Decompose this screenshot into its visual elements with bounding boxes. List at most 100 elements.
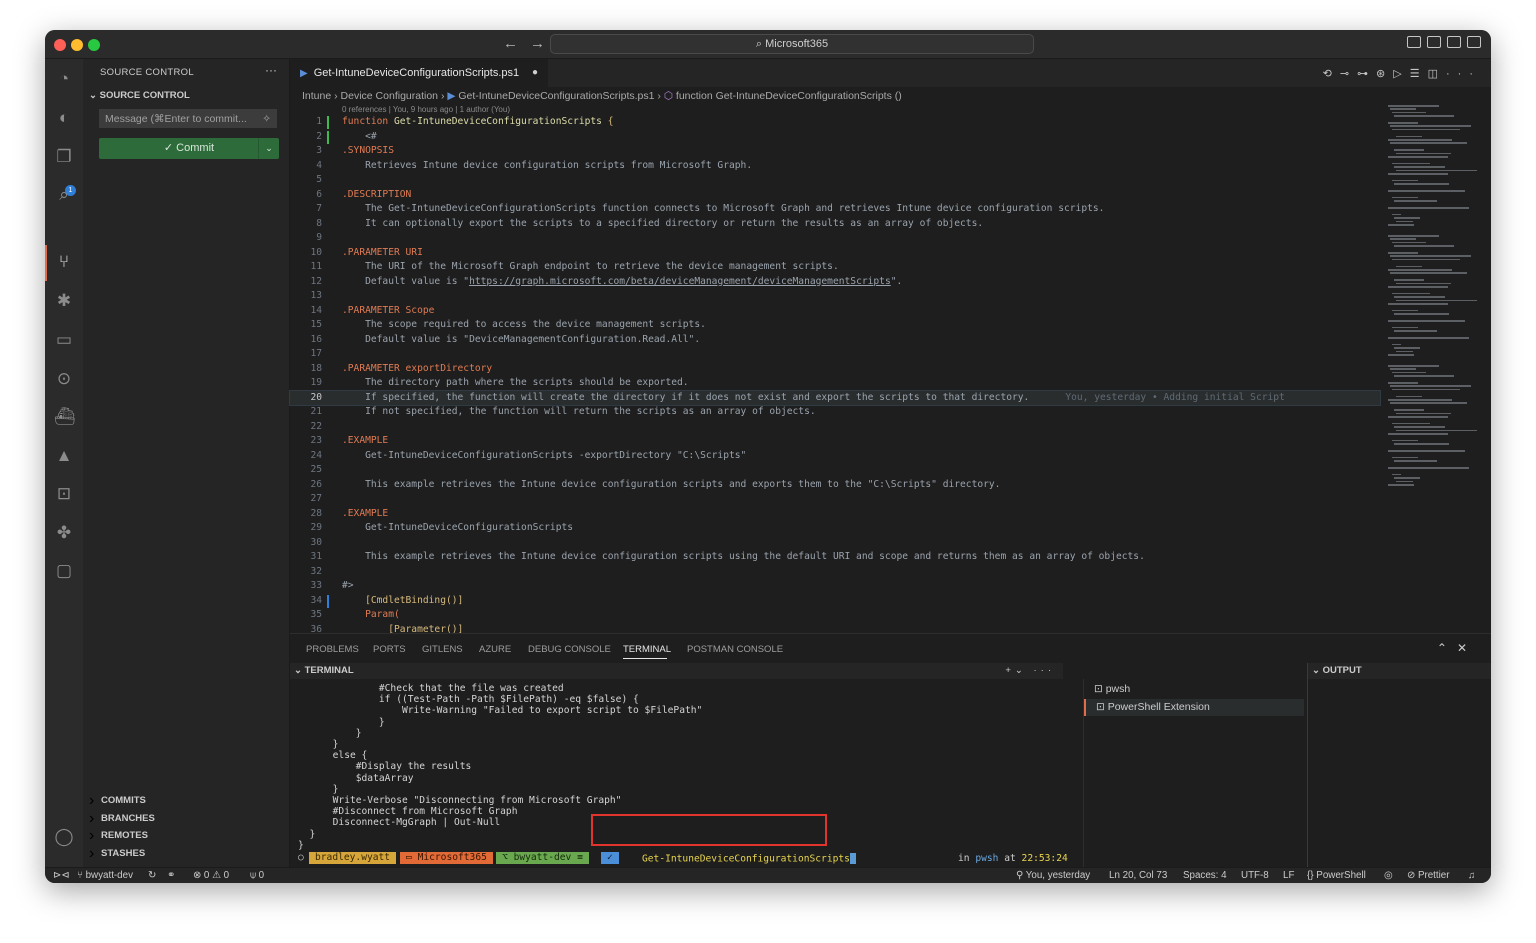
tab-postman-console[interactable]: POSTMAN CONSOLE	[687, 644, 783, 655]
minimize-window-button[interactable]	[71, 39, 83, 51]
breadcrumb-device-configuration[interactable]: Device Configuration	[341, 90, 438, 102]
problems-indicator[interactable]: ⊗ 0 ⚠ 0	[193, 868, 229, 883]
extensions-icon[interactable]: ✤	[54, 523, 74, 543]
git-graph-icon[interactable]: ⊙	[54, 369, 74, 389]
terminal-more-icon[interactable]: ···	[1034, 665, 1056, 676]
tab-azure[interactable]: AZURE	[479, 644, 511, 655]
commit-button[interactable]: ✓ Commit ⌄	[99, 138, 279, 159]
gitlens-blame-icon[interactable]: ⊛	[1376, 68, 1393, 80]
source-control-section-header[interactable]: ⌄ SOURCE CONTROL	[89, 90, 190, 101]
more-editor-actions-icon[interactable]: ···	[1446, 68, 1481, 80]
outline-icon[interactable]: ☰	[1410, 68, 1428, 80]
code-line[interactable]: 31 This example retrieves the Intune dev…	[290, 550, 1380, 565]
code-line[interactable]: 26 This example retrieves the Intune dev…	[290, 478, 1380, 493]
close-window-button[interactable]	[54, 39, 66, 51]
command-center-search[interactable]: ⌕ Microsoft365	[550, 34, 1034, 54]
debug-icon[interactable]: ✱	[54, 291, 74, 311]
formatter[interactable]: ⊘ Prettier	[1407, 868, 1450, 883]
tab-gitlens[interactable]: GITLENS	[422, 644, 463, 655]
code-line[interactable]: 27	[290, 492, 1380, 507]
notifications-bell-icon[interactable]: ♫	[1468, 868, 1475, 883]
maximize-panel-icon[interactable]: ⌃	[1437, 641, 1457, 655]
git-gutter-marker[interactable]	[327, 594, 329, 608]
unsaved-dot-icon[interactable]: ●	[532, 59, 538, 87]
code-editor[interactable]: 1 function Get-IntuneDeviceConfigurationS…	[289, 115, 1381, 637]
docker-icon[interactable]: ⛴	[54, 407, 76, 427]
terminal-item-powershell-extension[interactable]: ⊡ PowerShell Extension	[1084, 699, 1304, 716]
cursor-position[interactable]: Ln 20, Col 73	[1109, 868, 1167, 883]
blame-indicator[interactable]: ⚲ You, yesterday	[1016, 868, 1090, 883]
language-mode[interactable]: {} PowerShell	[1307, 868, 1366, 883]
commit-dropdown-chevron-icon[interactable]: ⌄	[258, 138, 279, 159]
code-line[interactable]: 4 Retrieves Intune device configuration …	[290, 159, 1380, 174]
code-line[interactable]: 24 Get-IntuneDeviceConfigurationScripts …	[290, 449, 1380, 464]
code-line[interactable]: 3 .SYNOPSIS	[290, 144, 1380, 159]
code-line[interactable]: 25	[290, 463, 1380, 478]
breadcrumb-file[interactable]: Get-IntuneDeviceConfigurationScripts.ps1	[458, 90, 654, 102]
back-arrow-icon[interactable]: ←	[503, 35, 518, 52]
code-line[interactable]: 22	[290, 420, 1380, 435]
code-line[interactable]: 14 .PARAMETER Scope	[290, 304, 1380, 319]
forward-arrow-icon[interactable]: →	[530, 35, 545, 52]
sync-icon[interactable]: ↻	[148, 868, 156, 883]
close-panel-icon[interactable]: ✕	[1457, 641, 1477, 655]
code-line[interactable]: 35 Param(	[290, 608, 1380, 623]
sparkle-icon[interactable]: ✧	[262, 110, 271, 129]
accounts-icon[interactable]: ◯	[54, 827, 74, 847]
code-line[interactable]: 19 The directory path where the scripts …	[290, 376, 1380, 391]
code-line[interactable]: 16 Default value is "DeviceManagementCon…	[290, 333, 1380, 348]
minimap[interactable]	[1384, 105, 1484, 525]
gitlens-status-icon[interactable]: ⚭	[167, 868, 175, 883]
code-line[interactable]: 18 .PARAMETER exportDirectory	[290, 362, 1380, 377]
run-icon[interactable]: ▷	[1393, 68, 1409, 80]
codelens-info[interactable]: 0 references | You, 9 hours ago | 1 auth…	[342, 105, 510, 114]
terminal-item-pwsh[interactable]: ⊡ pwsh	[1094, 683, 1130, 695]
gitlens-icon[interactable]: ◐	[54, 108, 74, 128]
previous-change-icon[interactable]: ⊸	[1340, 68, 1357, 80]
code-line[interactable]: 9	[290, 231, 1380, 246]
sidebar-section-commits[interactable]: COMMITS	[89, 792, 163, 810]
tab-problems[interactable]: PROBLEMS	[306, 644, 359, 655]
code-line[interactable]: 1 function Get-IntuneDeviceConfigurationS…	[290, 115, 1380, 130]
new-terminal-icon[interactable]: +⌄	[1005, 665, 1027, 676]
code-line[interactable]: 10 .PARAMETER URI	[290, 246, 1380, 261]
ports-indicator[interactable]: ⍦ 0	[250, 868, 264, 883]
code-line[interactable]: 34 [CmdletBinding()]	[290, 594, 1380, 609]
branch-indicator[interactable]: ⑂ bwyatt-dev	[77, 868, 133, 883]
sidebar-section-stashes[interactable]: STASHES	[89, 845, 163, 863]
sidebar-section-remotes[interactable]: REMOTES	[89, 827, 163, 845]
indentation[interactable]: Spaces: 4	[1183, 868, 1227, 883]
explorer-icon[interactable]: ❐	[54, 147, 74, 167]
sidebar-section-branches[interactable]: BRANCHES	[89, 810, 163, 828]
encoding[interactable]: UTF-8	[1241, 868, 1269, 883]
code-line[interactable]: 15 The scope required to access the devi…	[290, 318, 1380, 333]
tab-terminal[interactable]: TERMINAL	[623, 644, 671, 655]
toggle-panel-icon[interactable]	[1427, 36, 1441, 48]
tab-debug-console[interactable]: DEBUG CONSOLE	[528, 644, 611, 655]
code-line[interactable]: 21 If not specified, the function will r…	[290, 405, 1380, 420]
powershell-icon[interactable]: ⊡	[54, 484, 74, 504]
breadcrumb-intune[interactable]: Intune	[302, 90, 331, 102]
inline-blame[interactable]: You, yesterday • Adding initial Script	[1065, 392, 1285, 403]
code-line[interactable]: 32	[290, 565, 1380, 580]
code-line[interactable]: 5	[290, 173, 1380, 188]
azure-icon[interactable]: ▲	[54, 446, 74, 466]
git-gutter-marker[interactable]	[327, 130, 329, 144]
code-line[interactable]: 2 <#	[290, 130, 1380, 145]
code-line[interactable]: 29 Get-IntuneDeviceConfigurationScripts	[290, 521, 1380, 536]
code-line[interactable]: 13	[290, 289, 1380, 304]
output-header[interactable]: ⌄ OUTPUT	[1307, 663, 1491, 679]
remote-explorer-icon[interactable]: ▭	[54, 330, 74, 350]
code-line[interactable]: 28 .EXAMPLE	[290, 507, 1380, 522]
commit-message-input[interactable]: Message (⌘Enter to commit... ✧	[99, 109, 277, 128]
split-editor-icon[interactable]: ◫	[1428, 68, 1446, 80]
more-actions-icon[interactable]: ···	[265, 63, 277, 77]
terminal-header[interactable]: ⌄ TERMINAL +⌄ ···	[290, 663, 1063, 679]
code-line[interactable]: 8 It can optionally export the scripts t…	[290, 217, 1380, 232]
copilot-icon[interactable]: ◎	[1384, 868, 1393, 883]
code-line[interactable]: 12 Default value is "https://graph.micro…	[290, 275, 1380, 290]
open-changes-icon[interactable]: ⟲	[1323, 68, 1340, 80]
toggle-secondary-sidebar-icon[interactable]	[1447, 36, 1461, 48]
toggle-primary-sidebar-icon[interactable]	[1407, 36, 1421, 48]
source-control-icon[interactable]: ⑂	[54, 252, 74, 272]
